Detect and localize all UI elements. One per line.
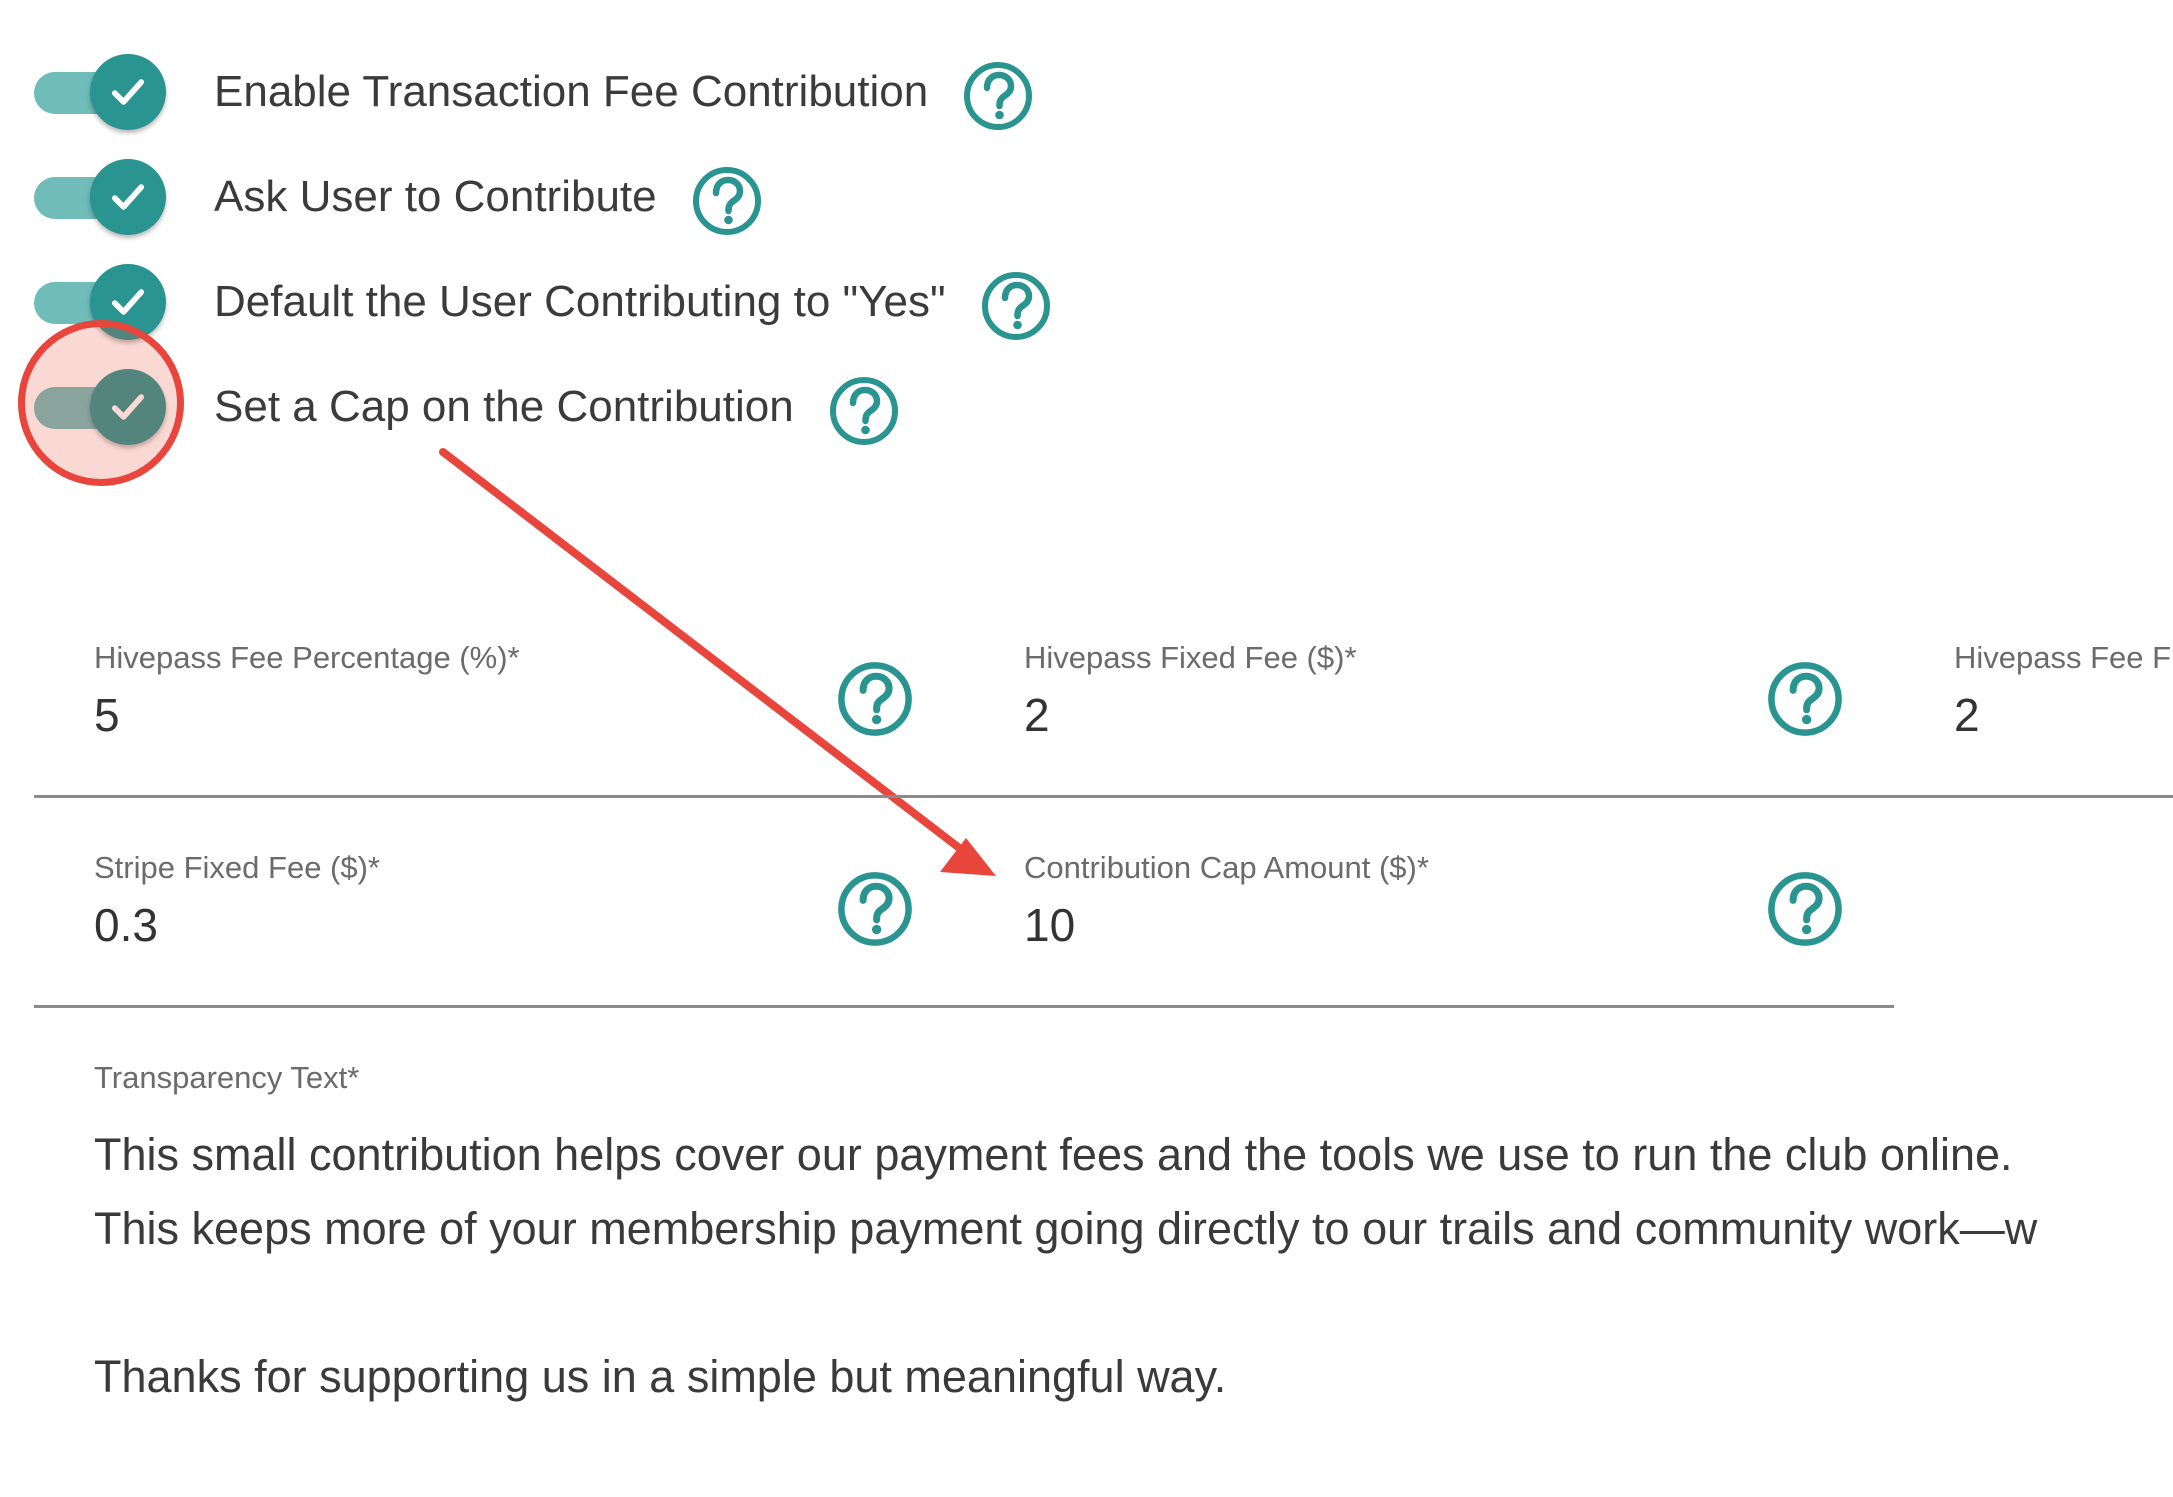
stripe-fixed-fee-field[interactable]: Stripe Fixed Fee ($)* 0.3: [94, 850, 934, 980]
field-value[interactable]: 2: [1954, 688, 1980, 742]
toggle-switch[interactable]: [30, 367, 170, 447]
check-icon: [106, 385, 150, 429]
help-circle-icon[interactable]: [1766, 870, 1844, 953]
hivepass-fee-third-field[interactable]: Hivepass Fee F 2: [1954, 640, 2173, 770]
help-circle-icon[interactable]: [980, 270, 1052, 347]
toggle-knob: [90, 264, 166, 340]
field-label: Contribution Cap Amount ($)*: [1024, 850, 1429, 885]
check-icon: [106, 175, 150, 219]
toggle-switch[interactable]: [30, 157, 170, 237]
field-value[interactable]: 2: [1024, 688, 1050, 742]
transparency-text-field[interactable]: Transparency Text* This small contributi…: [94, 1060, 2173, 1414]
toggle-label: Default the User Contributing to "Yes": [214, 277, 946, 326]
field-label: Hivepass Fixed Fee ($)*: [1024, 640, 1357, 675]
help-circle-icon[interactable]: [836, 870, 914, 953]
transparency-line: [94, 1266, 2173, 1340]
toggle-knob: [90, 54, 166, 130]
help-circle-icon[interactable]: [828, 375, 900, 452]
toggle-set-cap-on-contribution: Set a Cap on the Contribution: [30, 367, 900, 447]
transparency-line: Thanks for supporting us in a simple but…: [94, 1351, 1227, 1402]
transparency-line: This small contribution helps cover our …: [94, 1129, 2013, 1180]
help-circle-icon[interactable]: [962, 60, 1034, 137]
field-label: Hivepass Fee F: [1954, 640, 2172, 675]
toggle-knob: [90, 369, 166, 445]
toggle-switch[interactable]: [30, 52, 170, 132]
toggle-knob: [90, 159, 166, 235]
contribution-cap-amount-field[interactable]: Contribution Cap Amount ($)* 10: [1024, 850, 1864, 980]
toggle-enable-transaction-fee-contribution: Enable Transaction Fee Contribution: [30, 52, 1034, 132]
row-1-underline: [34, 795, 2173, 798]
field-value[interactable]: 5: [94, 688, 120, 742]
hivepass-fee-percentage-field[interactable]: Hivepass Fee Percentage (%)* 5: [94, 640, 934, 770]
toggle-label: Enable Transaction Fee Contribution: [214, 67, 929, 116]
check-icon: [106, 280, 150, 324]
transparency-textarea[interactable]: This small contribution helps cover our …: [94, 1118, 2173, 1414]
help-circle-icon[interactable]: [691, 165, 763, 242]
toggle-switch[interactable]: [30, 262, 170, 342]
field-label: Transparency Text*: [94, 1060, 360, 1095]
hivepass-fixed-fee-field[interactable]: Hivepass Fixed Fee ($)* 2: [1024, 640, 1864, 770]
field-value[interactable]: 10: [1024, 898, 1075, 952]
toggle-label: Set a Cap on the Contribution: [214, 382, 794, 431]
field-label: Hivepass Fee Percentage (%)*: [94, 640, 520, 675]
toggle-ask-user-to-contribute: Ask User to Contribute: [30, 157, 763, 237]
check-icon: [106, 70, 150, 114]
help-circle-icon[interactable]: [836, 660, 914, 743]
field-value[interactable]: 0.3: [94, 898, 158, 952]
help-circle-icon[interactable]: [1766, 660, 1844, 743]
row-2-underline: [34, 1005, 1894, 1008]
toggle-label: Ask User to Contribute: [214, 172, 657, 221]
toggle-default-user-contributing-yes: Default the User Contributing to "Yes": [30, 262, 1052, 342]
field-label: Stripe Fixed Fee ($)*: [94, 850, 380, 885]
transparency-line: This keeps more of your membership payme…: [94, 1203, 2038, 1254]
